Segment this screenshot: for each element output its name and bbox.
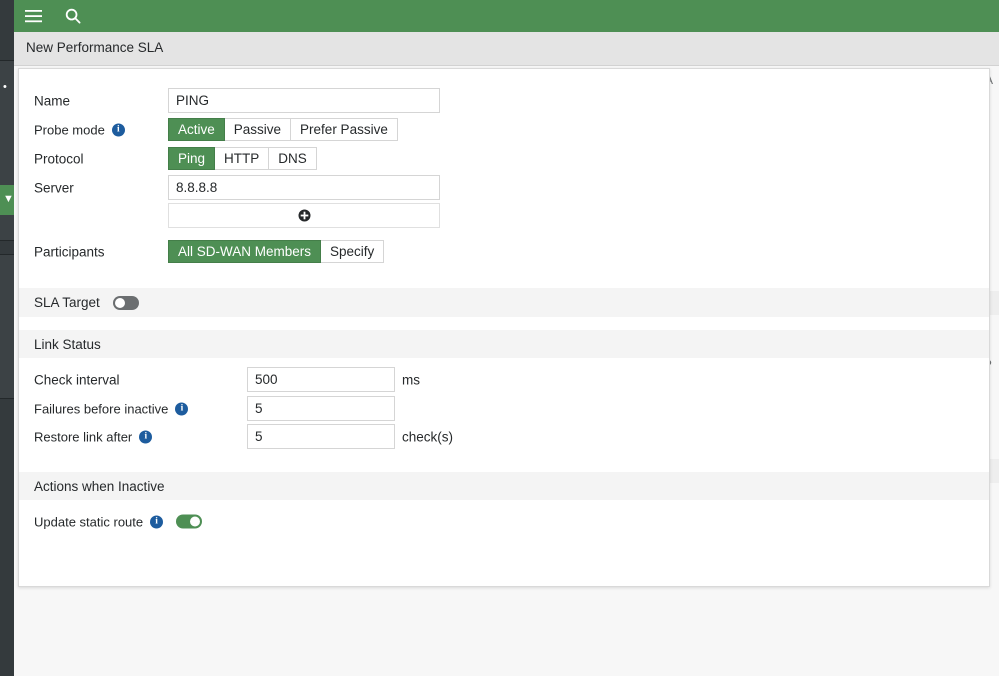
search-icon[interactable]	[56, 0, 90, 32]
participants-option-specify[interactable]: Specify	[321, 240, 384, 263]
sla-target-section-header: SLA Target	[19, 288, 989, 317]
update-static-route-label: Update static route	[34, 514, 143, 529]
check-interval-input[interactable]	[247, 367, 395, 392]
participants-label: Participants	[34, 244, 105, 259]
restore-link-after-label: Restore link after	[34, 429, 132, 444]
sidebar-item-group[interactable]	[0, 255, 14, 398]
update-static-route-label-group: Update static route i	[34, 514, 202, 529]
row-server-add	[19, 201, 989, 230]
dialog-titlebar: New Performance SLA	[14, 32, 999, 66]
restore-link-after-unit: check(s)	[402, 429, 453, 444]
protocol-segmented-control: Ping HTTP DNS	[168, 147, 317, 170]
protocol-option-http[interactable]: HTTP	[215, 147, 269, 170]
probe-mode-option-prefer-passive[interactable]: Prefer Passive	[291, 118, 398, 141]
protocol-option-ping[interactable]: Ping	[168, 147, 215, 170]
top-header-bar	[14, 0, 999, 32]
sla-target-toggle[interactable]	[113, 296, 139, 310]
toggle-knob	[190, 517, 200, 527]
failures-before-inactive-label: Failures before inactive	[34, 401, 168, 416]
probe-mode-option-active[interactable]: Active	[168, 118, 225, 141]
probe-mode-segmented-control: Active Passive Prefer Passive	[168, 118, 398, 141]
protocol-option-dns[interactable]: DNS	[269, 147, 317, 170]
participants-option-all-members[interactable]: All SD-WAN Members	[168, 240, 321, 263]
probe-mode-label: Probe mode	[34, 122, 105, 137]
row-restore-link-after: Restore link after i check(s)	[19, 422, 989, 451]
row-protocol: Protocol Ping HTTP DNS	[19, 144, 989, 173]
info-icon[interactable]: i	[175, 402, 188, 415]
toggle-knob	[115, 298, 125, 308]
probe-mode-label-group: Probe mode i	[34, 122, 125, 137]
probe-mode-option-passive[interactable]: Passive	[225, 118, 291, 141]
new-performance-sla-dialog: Name Probe mode i Active Passive Prefer …	[18, 68, 990, 587]
row-participants: Participants All SD-WAN Members Specify	[19, 237, 989, 266]
add-server-button[interactable]	[168, 203, 440, 228]
row-check-interval: Check interval ms	[19, 365, 989, 394]
actions-when-inactive-section-header: Actions when Inactive	[19, 472, 989, 500]
name-input[interactable]	[168, 88, 440, 113]
check-interval-label: Check interval	[34, 372, 120, 387]
row-failures-before-inactive: Failures before inactive i	[19, 394, 989, 423]
actions-when-inactive-title: Actions when Inactive	[34, 479, 165, 494]
name-label: Name	[34, 93, 70, 108]
server-input[interactable]	[168, 175, 440, 200]
info-icon[interactable]: i	[112, 123, 125, 136]
sidebar-divider	[0, 240, 14, 241]
row-name: Name	[19, 86, 989, 115]
plus-circle-icon	[298, 209, 311, 222]
sidebar-bullet-icon: •	[3, 82, 7, 93]
failures-label-group: Failures before inactive i	[34, 401, 188, 416]
row-probe-mode: Probe mode i Active Passive Prefer Passi…	[19, 115, 989, 144]
info-icon[interactable]: i	[139, 430, 152, 443]
info-icon[interactable]: i	[150, 515, 163, 528]
protocol-label: Protocol	[34, 151, 84, 166]
sidebar-item-active[interactable]: ▼	[0, 185, 14, 215]
row-update-static-route: Update static route i	[19, 507, 989, 536]
hamburger-menu-icon[interactable]	[16, 0, 50, 32]
sdwan-icon: ▼	[3, 194, 14, 205]
sidebar-divider	[0, 398, 14, 399]
sidebar-item-group[interactable]	[0, 215, 14, 240]
update-static-route-toggle[interactable]	[176, 515, 202, 529]
failures-before-inactive-input[interactable]	[247, 396, 395, 421]
link-status-section-header: Link Status	[19, 330, 989, 358]
row-server: Server	[19, 173, 989, 202]
sidebar-item-group[interactable]	[0, 61, 14, 185]
restore-link-after-input[interactable]	[247, 424, 395, 449]
check-interval-unit: ms	[402, 372, 420, 387]
link-status-title: Link Status	[34, 337, 101, 352]
restore-link-label-group: Restore link after i	[34, 429, 152, 444]
sidebar-rail[interactable]: ▼ •	[0, 0, 14, 676]
participants-segmented-control: All SD-WAN Members Specify	[168, 240, 384, 263]
server-label: Server	[34, 180, 74, 195]
page-title: New Performance SLA	[26, 40, 163, 55]
sla-target-label: SLA Target	[34, 295, 100, 310]
